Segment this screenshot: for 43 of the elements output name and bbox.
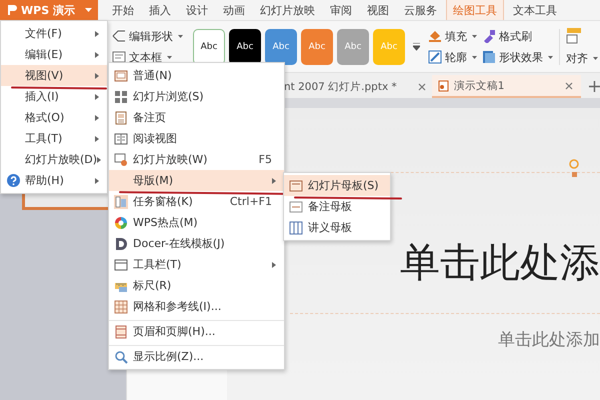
ribbon-tab[interactable]: 设计: [180, 0, 214, 20]
menu-item[interactable]: 插入(I): [1, 86, 107, 107]
align-button[interactable]: 对齐: [566, 51, 598, 66]
menu-item[interactable]: 格式(O): [1, 107, 107, 128]
style-swatch[interactable]: Abc: [229, 28, 261, 64]
document-tab[interactable]: 演示文稿1: [432, 75, 582, 98]
slide-subtitle-text: 单击此处添加: [498, 329, 600, 351]
menu-item[interactable]: 工具(T): [1, 128, 107, 149]
menu-item[interactable]: 工具栏(T): [109, 254, 284, 275]
menu-item[interactable]: 任务窗格(K) Ctrl+F1: [109, 191, 284, 212]
ribbon-tab[interactable]: 开始: [106, 0, 140, 20]
ribbon-tab[interactable]: 动画: [216, 0, 251, 20]
document-tab[interactable]: nt 2007 幻灯片.pptx *: [284, 75, 432, 98]
menu-item[interactable]: 页眉和页脚(H)...: [109, 320, 284, 342]
format-tool-button[interactable]: 格式刷: [482, 28, 553, 44]
style-swatch[interactable]: Abc: [193, 28, 225, 64]
menu-item[interactable]: 显示比例(Z)...: [109, 345, 284, 367]
menu-item[interactable]: 阅读视图: [109, 128, 284, 149]
ribbon-tab[interactable]: 插入: [142, 0, 177, 20]
format-tool-button[interactable]: 轮廓: [428, 50, 477, 64]
menu-item[interactable]: 编辑(E): [1, 44, 107, 65]
menu-item[interactable]: 标尺(R): [109, 275, 284, 296]
ribbon-tab[interactable]: 幻灯片放映: [254, 0, 321, 20]
format-tool-button[interactable]: 填充: [428, 28, 477, 44]
ribbon-tab[interactable]: 文本工具: [506, 0, 563, 20]
menu-item[interactable]: 幻灯片放映(D): [1, 149, 107, 170]
ribbon-tab[interactable]: 审阅: [324, 0, 358, 20]
menu-item[interactable]: WPS热点(M): [109, 212, 284, 233]
ribbon-tab[interactable]: 视图: [360, 0, 395, 20]
shortcut-label: F5: [258, 153, 272, 166]
menu-item[interactable]: 文件(F): [1, 23, 107, 44]
menu-item[interactable]: 备注页: [109, 107, 284, 128]
menu-item[interactable]: 幻灯片浏览(S): [109, 86, 284, 107]
ribbon-tab[interactable]: 云服务: [398, 0, 443, 20]
menu-item[interactable]: 普通(N): [109, 65, 284, 86]
menu-item[interactable]: 帮助(H): [1, 170, 107, 191]
edit-shape-button[interactable]: 编辑形状: [112, 28, 183, 44]
menu-item[interactable]: 网格和参考线(I)...: [109, 296, 284, 317]
menu-item[interactable]: Docer-在线模板(J): [109, 233, 284, 254]
menu-item[interactable]: 幻灯片放映(W) F5: [109, 149, 284, 170]
shortcut-label: Ctrl+F1: [230, 195, 272, 208]
slide-title-text: 单击此处添: [400, 238, 600, 288]
format-tool-button[interactable]: 形状效果: [482, 50, 553, 64]
